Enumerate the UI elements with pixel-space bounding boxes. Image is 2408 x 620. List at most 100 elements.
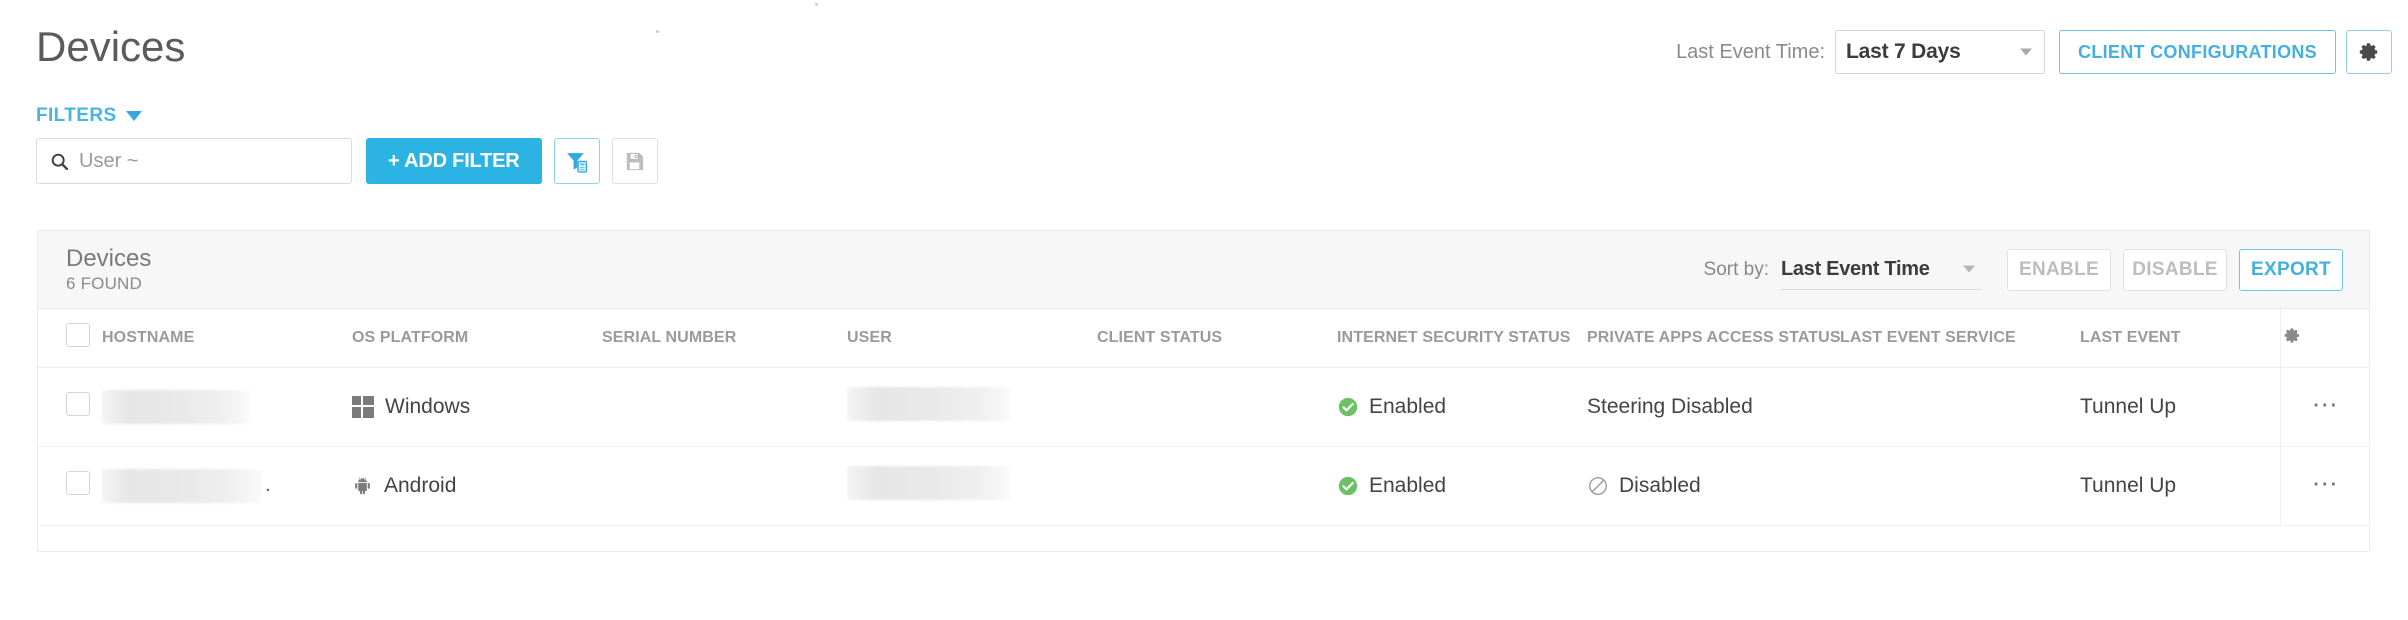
row-select-cell (38, 446, 102, 526)
column-header-private-apps-access-status[interactable]: PRIVATE APPS ACCESS STATUS (1587, 309, 1840, 368)
redacted-hostname (102, 389, 250, 424)
column-header-client-status[interactable]: CLIENT STATUS (1097, 309, 1337, 368)
card-title: Devices (66, 244, 152, 272)
table-row[interactable]: . Android Enabled Disabled Tunnel Up ⋯ (38, 446, 2371, 526)
cell-last-event: Tunnel Up (2080, 446, 2280, 526)
cell-private-apps-access-status: Steering Disabled (1587, 367, 1840, 447)
page-header: Devices Last Event Time: Last 7 Days CLI… (0, 0, 2408, 92)
search-input[interactable]: User ~ (36, 138, 352, 184)
filters-label: FILTERS (36, 105, 117, 126)
result-count: 6 FOUND (66, 273, 143, 293)
cell-user (847, 446, 1097, 526)
table-header: HOSTNAME OS PLATFORM SERIAL NUMBER USER … (38, 309, 2371, 368)
select-all-header (38, 309, 102, 368)
redacted-hostname (102, 468, 262, 503)
header-actions: Last Event Time: Last 7 Days CLIENT CONF… (1676, 30, 2392, 74)
cell-private-apps-access-status: Disabled (1587, 446, 1840, 526)
last-event-time-label: Last Event Time: (1676, 40, 1826, 63)
devices-card: Devices 6 FOUND Sort by: Last Event Time… (37, 230, 2371, 552)
cell-row-menu: ⋯ (2279, 446, 2371, 526)
chevron-down-icon (125, 111, 142, 121)
last-event-time-select[interactable]: Last 7 Days (1835, 30, 2046, 74)
column-header-hostname[interactable]: HOSTNAME (102, 309, 352, 368)
last-event-time-value: Last 7 Days (1846, 40, 1961, 63)
hostname-value (102, 389, 352, 424)
blocked-circle-icon (1589, 476, 1607, 495)
gear-icon[interactable] (2281, 325, 2302, 351)
enable-button[interactable]: ENABLE (2007, 248, 2111, 291)
cell-user (847, 367, 1097, 447)
row-checkbox[interactable] (66, 391, 90, 416)
floppy-save-icon (626, 152, 644, 170)
sort-by-select[interactable]: Last Event Time (1781, 250, 1981, 290)
disable-button[interactable]: DISABLE (2123, 248, 2227, 291)
devices-table: HOSTNAME OS PLATFORM SERIAL NUMBER USER … (38, 309, 2371, 526)
android-icon (355, 477, 370, 494)
sort-by-label: Sort by: (1703, 258, 1769, 280)
client-configurations-button[interactable]: CLIENT CONFIGURATIONS (2059, 30, 2336, 74)
decorative-speck (815, 3, 818, 6)
os-platform-value: Android (384, 473, 457, 497)
hostname-value: . (102, 468, 352, 503)
column-header-serial-number[interactable]: SERIAL NUMBER (602, 309, 847, 368)
table-row[interactable]: Windows Enabled Steering Disabled Tunnel… (38, 367, 2371, 447)
row-select-cell (38, 367, 102, 447)
chevron-down-icon (1963, 265, 1975, 273)
column-header-internet-security-status[interactable]: INTERNET SECURITY STATUS (1337, 309, 1587, 368)
cell-last-event: Tunnel Up (2080, 367, 2280, 447)
cell-os-platform: Windows (352, 367, 602, 447)
cell-serial-number (602, 446, 847, 526)
cell-hostname (102, 367, 352, 447)
check-circle-icon (1338, 476, 1358, 495)
os-platform-value: Windows (385, 394, 471, 418)
internet-security-status-value: Enabled (1369, 394, 1447, 418)
search-placeholder: User ~ (79, 149, 139, 172)
settings-button[interactable] (2346, 30, 2392, 74)
filter-save-icon (567, 152, 588, 173)
search-icon (51, 153, 69, 170)
page-title: Devices (36, 23, 186, 70)
card-title-block: Devices 6 FOUND (66, 244, 152, 294)
saved-filters-button[interactable] (553, 138, 600, 184)
windows-icon (352, 395, 374, 418)
redacted-user (847, 465, 1010, 500)
hostname-suffix: . (265, 474, 271, 496)
private-apps-access-status-value: Disabled (1619, 473, 1701, 497)
select-all-checkbox[interactable] (66, 323, 90, 348)
table-body: Windows Enabled Steering Disabled Tunnel… (38, 367, 2371, 526)
cell-last-event-service (1840, 367, 2080, 447)
ellipsis-icon[interactable]: ⋯ (2312, 468, 2340, 498)
filter-toolbar: User ~ + ADD FILTER (36, 138, 658, 184)
cell-internet-security-status: Enabled (1337, 446, 1587, 526)
cell-serial-number (602, 367, 847, 447)
cell-client-status (1097, 446, 1337, 526)
gear-icon (2359, 43, 2378, 61)
internet-security-status-value: Enabled (1369, 473, 1447, 497)
redacted-user (847, 386, 1010, 421)
add-filter-button[interactable]: + ADD FILTER (366, 138, 542, 184)
column-settings-header (2279, 309, 2371, 368)
ellipsis-icon[interactable]: ⋯ (2312, 389, 2340, 419)
cell-client-status (1097, 367, 1337, 447)
export-button[interactable]: EXPORT (2239, 248, 2343, 291)
cell-os-platform: Android (352, 446, 602, 526)
card-header: Devices 6 FOUND Sort by: Last Event Time… (38, 231, 2369, 309)
save-filter-button[interactable] (611, 138, 658, 184)
table-header-row: HOSTNAME OS PLATFORM SERIAL NUMBER USER … (38, 309, 2371, 368)
chevron-down-icon (2020, 48, 2033, 56)
check-circle-icon (1338, 397, 1358, 416)
column-header-last-event-service[interactable]: LAST EVENT SERVICE (1840, 309, 2080, 368)
column-header-user[interactable]: USER (847, 309, 1097, 368)
devices-page: Devices Last Event Time: Last 7 Days CLI… (0, 0, 2408, 620)
cell-row-menu: ⋯ (2279, 367, 2371, 447)
filters-toggle[interactable]: FILTERS (36, 105, 142, 127)
column-header-os-platform[interactable]: OS PLATFORM (352, 309, 602, 368)
cell-hostname: . (102, 446, 352, 526)
sort-by-value: Last Event Time (1781, 257, 1930, 280)
cell-internet-security-status: Enabled (1337, 367, 1587, 447)
card-header-actions: Sort by: Last Event Time ENABLE DISABLE … (1703, 248, 2343, 291)
decorative-speck (656, 30, 659, 33)
row-checkbox[interactable] (66, 470, 90, 495)
column-header-last-event[interactable]: LAST EVENT (2080, 309, 2280, 368)
cell-last-event-service (1840, 446, 2080, 526)
